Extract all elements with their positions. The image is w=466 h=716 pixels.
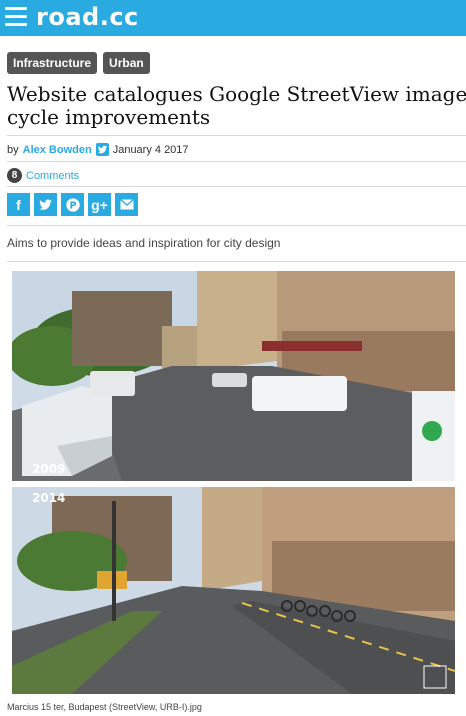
- byline: by Alex Bowden January 4 2017: [7, 143, 189, 156]
- article-standfirst: Aims to provide ideas and inspiration fo…: [7, 236, 281, 250]
- hamburger-menu-icon[interactable]: [5, 7, 27, 27]
- divider: [7, 186, 466, 187]
- facebook-share-button[interactable]: f: [7, 193, 30, 216]
- year-label-2014: 2014: [32, 491, 66, 505]
- article-image: 2009 2014: [12, 271, 455, 694]
- site-header: road.cc: [0, 0, 466, 36]
- twitter-icon[interactable]: [95, 143, 109, 156]
- tag-infrastructure[interactable]: Infrastructure: [7, 52, 98, 74]
- svg-text:P: P: [69, 200, 76, 211]
- comments-link[interactable]: Comments: [26, 170, 79, 182]
- streetview-2009-panel: [12, 271, 455, 481]
- facebook-icon: f: [16, 196, 21, 213]
- email-icon: [119, 199, 134, 210]
- article-title: Website catalogues Google StreetView ima…: [7, 83, 466, 129]
- article-title-line1: Website catalogues Google StreetView ima…: [7, 83, 466, 106]
- tag-urban[interactable]: Urban: [103, 52, 150, 74]
- twitter-icon: [39, 199, 52, 210]
- divider: [7, 261, 466, 262]
- byline-prefix: by: [7, 143, 19, 156]
- site-logo[interactable]: road.cc: [36, 3, 139, 31]
- comment-count-badge: 8: [7, 168, 22, 183]
- divider: [7, 161, 466, 162]
- pinterest-icon: P: [65, 197, 80, 212]
- streetview-2014-panel: [12, 487, 455, 694]
- google-plus-icon: g+: [91, 196, 108, 213]
- twitter-share-button[interactable]: [34, 193, 57, 216]
- share-buttons: f P g+: [7, 193, 138, 216]
- pinterest-share-button[interactable]: P: [61, 193, 84, 216]
- email-share-button[interactable]: [115, 193, 138, 216]
- divider: [7, 225, 466, 226]
- divider: [7, 135, 466, 136]
- author-link[interactable]: Alex Bowden: [23, 144, 92, 156]
- year-label-2009: 2009: [32, 462, 66, 476]
- tag-list: Infrastructure Urban: [7, 52, 150, 74]
- googleplus-share-button[interactable]: g+: [88, 193, 111, 216]
- image-caption: Marcius 15 ter, Budapest (StreetView, UR…: [7, 702, 202, 712]
- article-title-line2: cycle improvements: [7, 105, 211, 129]
- publish-date: January 4 2017: [112, 143, 189, 156]
- comments-link-group[interactable]: 8 Comments: [7, 168, 79, 183]
